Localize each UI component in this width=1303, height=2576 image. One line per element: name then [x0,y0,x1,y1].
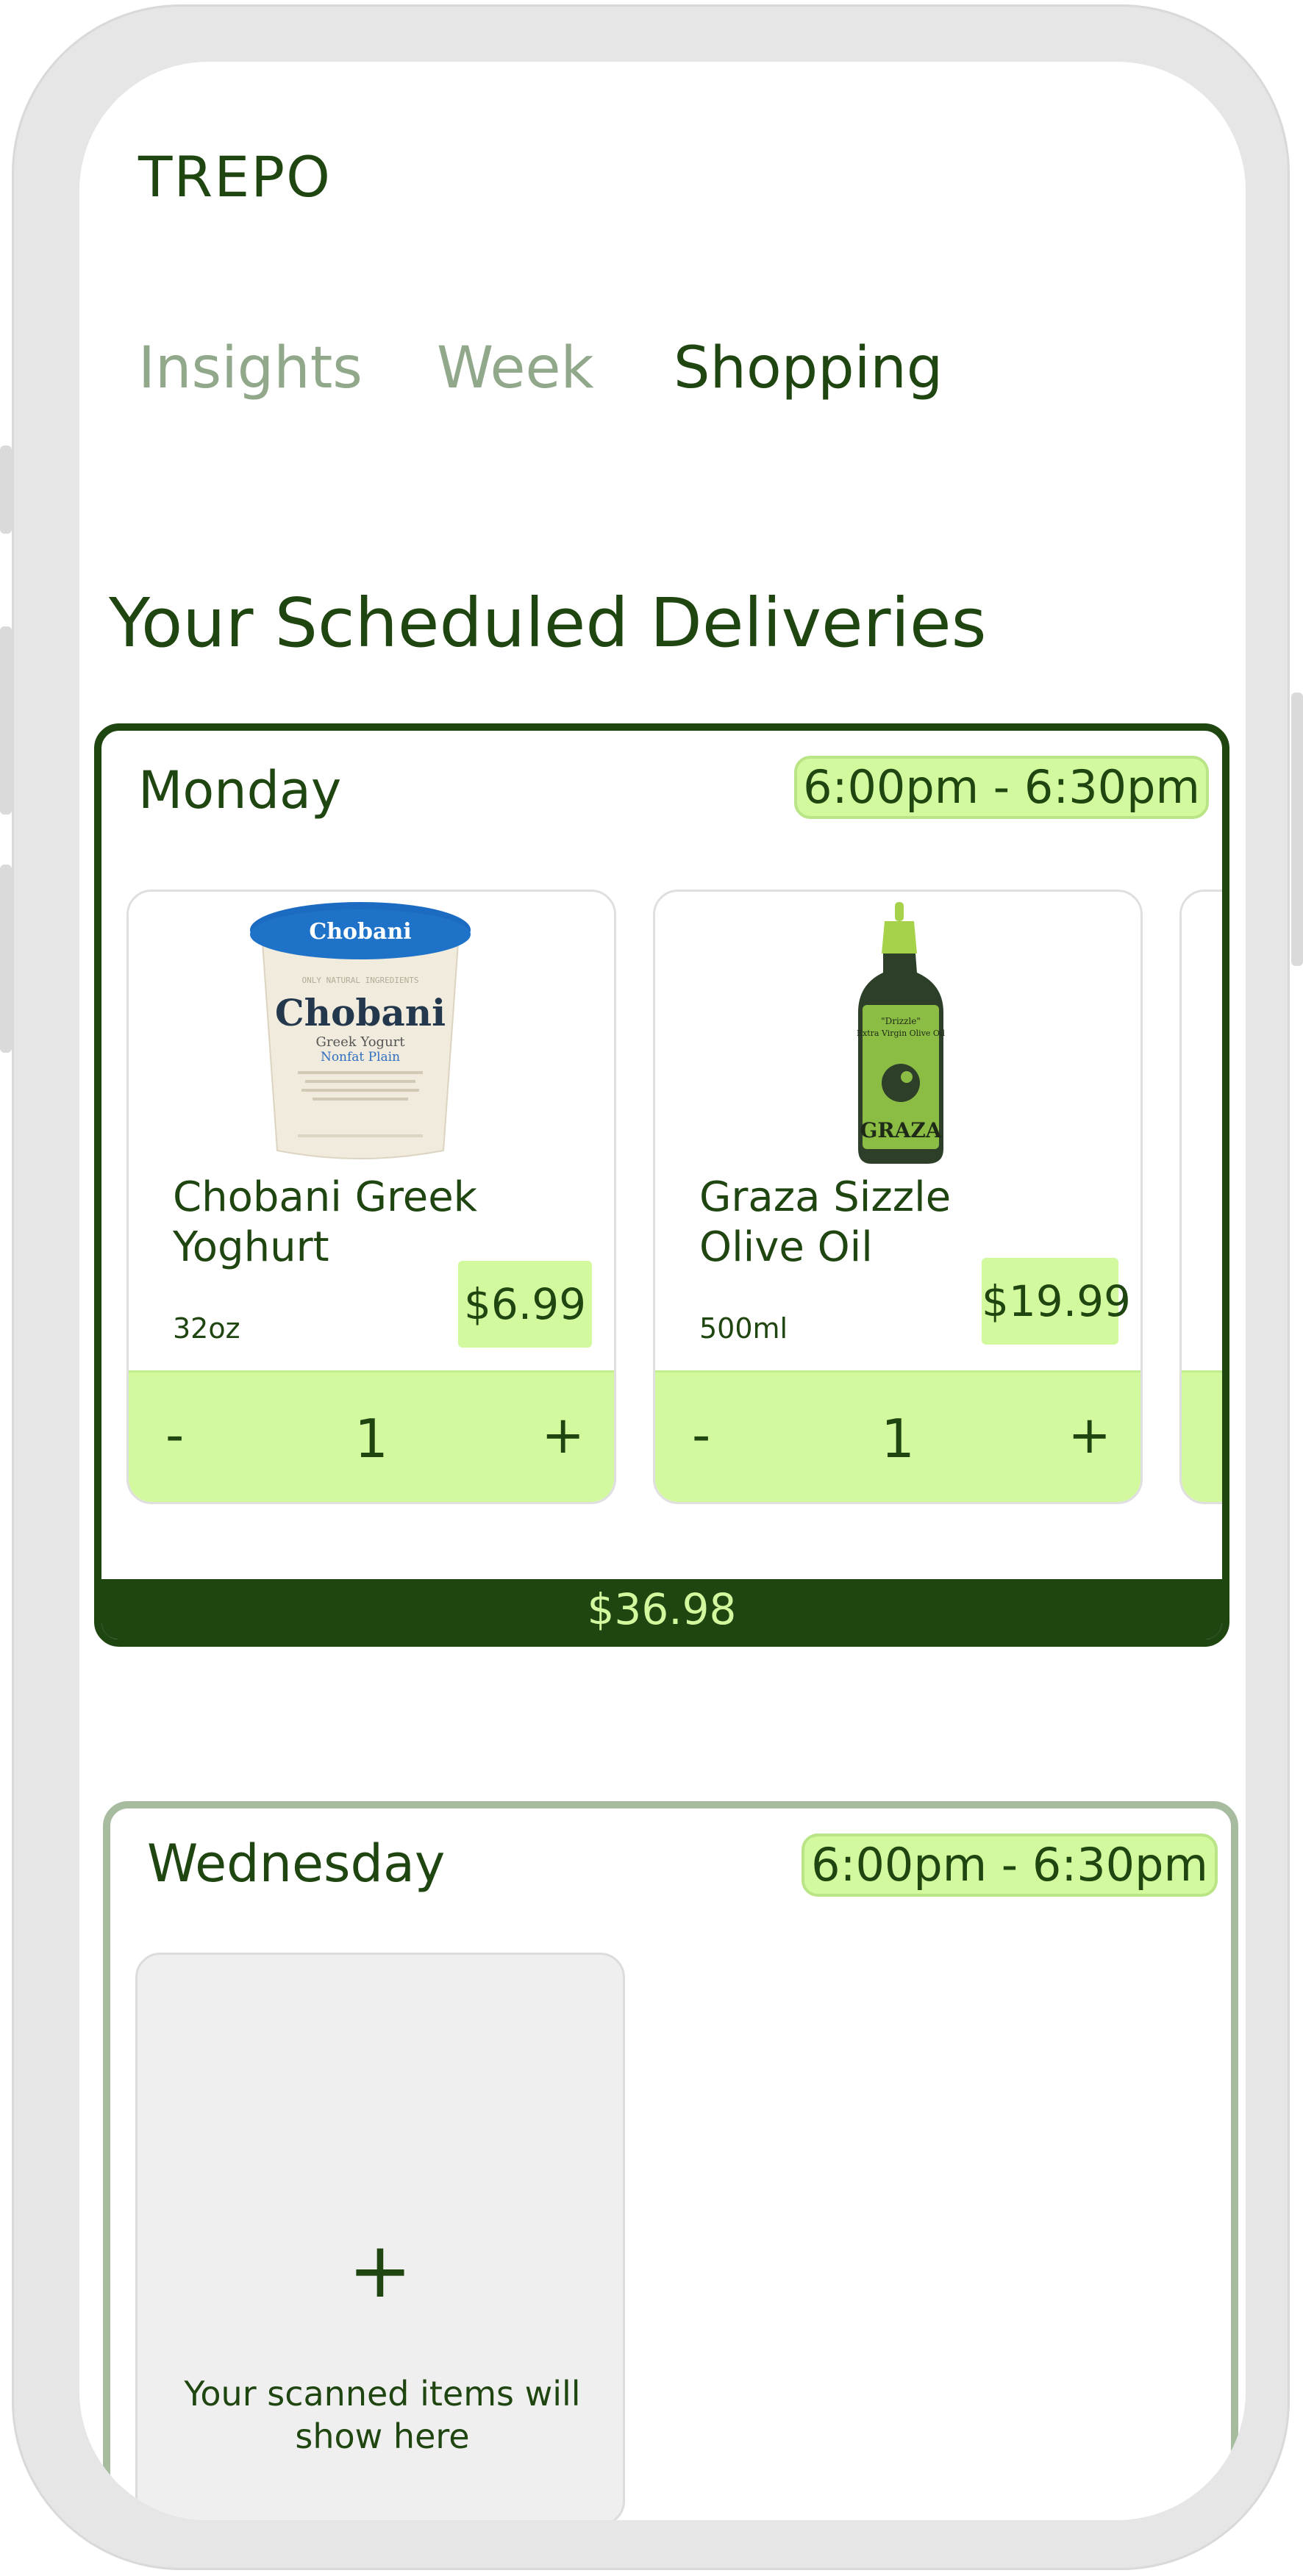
add-items-placeholder[interactable]: + Your scanned items will show here [135,1953,625,2520]
product-card-chobani[interactable]: Chobani ONLY NATURAL INGREDIENTS Chobani… [126,890,616,1504]
tab-insights[interactable]: Insights [138,335,363,401]
svg-text:ONLY NATURAL INGREDIENTS: ONLY NATURAL INGREDIENTS [302,976,419,985]
product-card-graza[interactable]: "Drizzle" Extra Virgin Olive Oil GRAZA G… [653,890,1143,1504]
phone-frame: TREPO Insights Week Shopping Your Schedu… [12,4,1290,2570]
add-icon: + [348,2225,413,2315]
svg-text:Greek Yogurt: Greek Yogurt [315,1034,405,1050]
graza-olive-oil-image: "Drizzle" Extra Virgin Olive Oil GRAZA [857,902,945,1164]
quantity-stepper: 1 - + [655,1370,1140,1502]
product-size: 32oz [173,1312,240,1345]
svg-text:Chobani: Chobani [275,991,446,1034]
increase-quantity-button[interactable]: + [541,1405,585,1465]
product-name: Chobani Greek Yoghurt [173,1173,478,1271]
delivery-card-monday: Monday 6:00pm - 6:30pm Chobani ONLY NATU… [94,723,1229,1647]
delivery-card-wednesday: Wednesday 6:00pm - 6:30pm + Your scanned… [103,1801,1238,2520]
svg-text:Chobani: Chobani [309,919,411,945]
device-power-button [1291,693,1303,966]
device-volume-up-button [0,626,12,815]
delivery-day: Monday [138,760,342,820]
svg-text:Nonfat Plain: Nonfat Plain [321,1050,400,1065]
increase-quantity-button[interactable]: + [1068,1405,1111,1465]
tab-week[interactable]: Week [437,335,594,401]
tab-shopping[interactable]: Shopping [674,335,943,401]
decrease-quantity-button[interactable]: - [165,1405,184,1465]
product-price: $19.99 [982,1258,1131,1345]
device-silent-switch [0,446,12,534]
svg-text:"Drizzle": "Drizzle" [881,1016,921,1026]
product-price: $6.99 [458,1261,592,1348]
decrease-quantity-button[interactable]: - [692,1405,710,1465]
device-volume-down-button [0,865,12,1053]
svg-text:Extra Virgin Olive Oil: Extra Virgin Olive Oil [857,1028,945,1038]
product-card-peek[interactable] [1179,890,1222,1504]
product-size: 500ml [699,1312,788,1345]
delivery-time-window[interactable]: 6:00pm - 6:30pm [794,756,1209,819]
brand-logo: TREPO [138,144,332,210]
svg-text:GRAZA: GRAZA [860,1118,942,1142]
delivery-day: Wednesday [147,1833,446,1894]
product-name: Graza Sizzle Olive Oil [699,1173,952,1271]
delivery-time-window[interactable]: 6:00pm - 6:30pm [802,1833,1218,1897]
chobani-yogurt-image: Chobani ONLY NATURAL INGREDIENTS Chobani… [250,902,471,1159]
page-title: Your Scheduled Deliveries [109,584,987,662]
quantity-stepper: 1 - + [129,1370,614,1502]
empty-state-message: Your scanned items will show here [184,2374,581,2456]
delivery-total: $36.98 [101,1579,1222,1639]
app-screen: TREPO Insights Week Shopping Your Schedu… [79,62,1246,2520]
quantity-stepper [1182,1370,1222,1502]
